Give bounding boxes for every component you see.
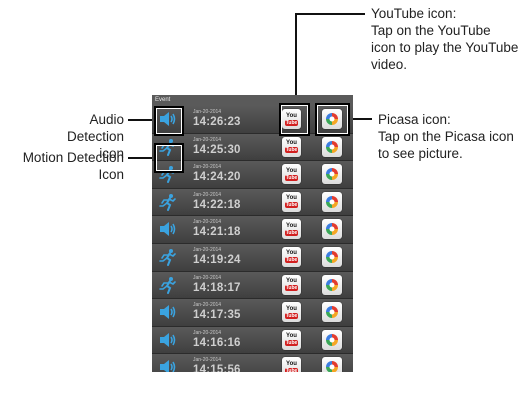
- picasa-icon[interactable]: [322, 164, 342, 185]
- picasa-icon[interactable]: [322, 219, 342, 240]
- event-date: Jan-20-2014: [193, 219, 222, 226]
- event-time: 14:18:17: [193, 281, 241, 294]
- audio-detection-icon: [158, 302, 178, 322]
- event-date: Jan-20-2014: [193, 164, 222, 171]
- picasa-icon[interactable]: [322, 274, 342, 295]
- event-row[interactable]: Jan-20-2014 14:22:18 You Tube: [152, 188, 353, 217]
- event-list-screen: Event Jan-20-2014 14:26:23 You Tube Jan-20-…: [152, 95, 353, 372]
- youtube-you-text: You: [286, 333, 297, 340]
- event-date: Jan-20-2014: [193, 136, 222, 143]
- event-row[interactable]: Jan-20-2014 14:15:56 You Tube: [152, 354, 353, 372]
- event-date: Jan-20-2014: [193, 329, 222, 336]
- picasa-callout-text: Picasa icon: Tap on the Picasa icon to s…: [378, 112, 514, 161]
- audio-leader: [128, 119, 154, 121]
- picasa-icon[interactable]: [322, 136, 342, 157]
- event-time: 14:21:18: [193, 226, 241, 239]
- event-row[interactable]: Jan-20-2014 14:21:18 You Tube: [152, 216, 353, 244]
- event-time: 14:22:18: [193, 198, 241, 211]
- youtube-you-text: You: [286, 278, 297, 285]
- youtube-icon[interactable]: You Tube: [282, 164, 301, 185]
- audio-detection-icon: [158, 330, 178, 350]
- youtube-tube-text: Tube: [284, 257, 299, 264]
- event-date: Jan-20-2014: [193, 302, 222, 309]
- picasa-icon[interactable]: [322, 246, 342, 267]
- youtube-you-text: You: [286, 140, 297, 147]
- event-row[interactable]: Jan-20-2014 14:17:35 You Tube: [152, 299, 353, 327]
- youtube-you-text: You: [286, 167, 297, 174]
- motion-callout-text: Motion Detection Icon: [22, 150, 124, 182]
- youtube-tube-text: Tube: [284, 340, 299, 347]
- picasa-icon[interactable]: [322, 191, 342, 212]
- event-row[interactable]: Jan-20-2014 14:19:24 You Tube: [152, 243, 353, 272]
- youtube-tube-text: Tube: [284, 202, 299, 209]
- youtube-tube-text: Tube: [284, 285, 299, 292]
- event-date: Jan-20-2014: [193, 109, 222, 115]
- picasa-icon[interactable]: [322, 302, 342, 323]
- event-time: 14:19:24: [193, 253, 241, 266]
- motion-detection-icon: [158, 275, 178, 295]
- youtube-leader-v: [295, 13, 297, 102]
- youtube-you-text: You: [286, 222, 297, 229]
- event-time: 14:26:23: [193, 116, 241, 128]
- youtube-icon[interactable]: You Tube: [282, 246, 301, 267]
- youtube-icon[interactable]: You Tube: [282, 329, 301, 350]
- event-row[interactable]: Jan-20-2014 14:18:17 You Tube: [152, 271, 353, 300]
- event-time: 14:24:20: [193, 171, 241, 184]
- motion-detection-icon: [158, 247, 178, 267]
- youtube-icon[interactable]: You Tube: [282, 219, 301, 240]
- youtube-you-text: You: [286, 360, 297, 367]
- motion-highlight-box: [154, 143, 184, 173]
- youtube-callout-text: YouTube icon: Tap on the YouTube icon to…: [371, 6, 519, 72]
- event-date: Jan-20-2014: [193, 274, 222, 281]
- picasa-icon[interactable]: [322, 357, 342, 372]
- youtube-icon[interactable]: You Tube: [282, 274, 301, 295]
- audio-detection-icon: [158, 357, 178, 372]
- youtube-you-text: You: [286, 195, 297, 202]
- youtube-tube-text: Tube: [284, 229, 299, 236]
- youtube-you-text: You: [286, 305, 297, 312]
- picasa-icon[interactable]: [322, 329, 342, 350]
- motion-detection-icon: [158, 192, 178, 212]
- youtube-highlight-box: [279, 103, 310, 136]
- picasa-highlight-box: [315, 103, 350, 136]
- youtube-icon[interactable]: You Tube: [282, 136, 301, 157]
- youtube-you-text: You: [286, 250, 297, 257]
- youtube-icon[interactable]: You Tube: [282, 357, 301, 372]
- audio-detection-icon: [158, 219, 178, 239]
- event-date: Jan-20-2014: [193, 246, 222, 253]
- youtube-icon[interactable]: You Tube: [282, 302, 301, 323]
- youtube-tube-text: Tube: [284, 174, 299, 181]
- event-date: Jan-20-2014: [193, 191, 222, 198]
- picasa-leader: [352, 118, 372, 120]
- youtube-tube-text: Tube: [284, 367, 299, 372]
- youtube-tube-text: Tube: [284, 312, 299, 319]
- event-time: 14:15:56: [193, 364, 241, 372]
- event-time: 14:16:16: [193, 336, 241, 349]
- motion-leader: [128, 157, 154, 159]
- youtube-icon[interactable]: You Tube: [282, 191, 301, 212]
- event-time: 14:25:30: [193, 143, 241, 156]
- event-date: Jan-20-2014: [193, 357, 222, 364]
- event-row[interactable]: Jan-20-2014 14:16:16 You Tube: [152, 326, 353, 355]
- youtube-tube-text: Tube: [284, 147, 299, 154]
- youtube-leader-h: [295, 13, 365, 15]
- audio-highlight-box: [154, 106, 184, 136]
- event-time: 14:17:35: [193, 309, 241, 322]
